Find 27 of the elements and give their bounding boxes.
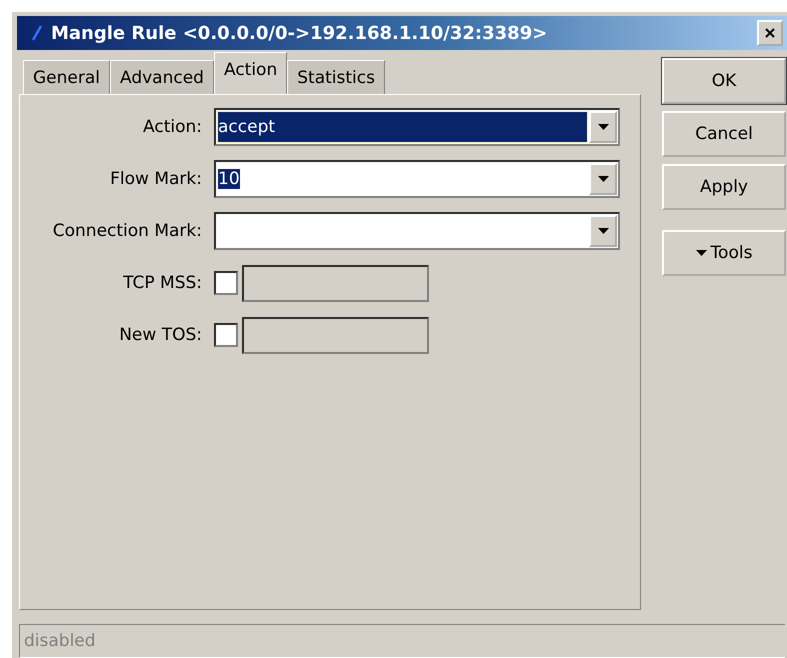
app-icon [31, 25, 43, 41]
checkbox[interactable] [214, 271, 238, 295]
close-button[interactable] [757, 20, 783, 46]
window-title: Mangle Rule <0.0.0.0/0->192.168.1.10/32:3389> [51, 22, 548, 44]
dialog-button[interactable]: Apply [662, 164, 786, 210]
field-label: Flow Mark: [109, 169, 203, 189]
status-bar: disabled [19, 624, 785, 658]
dropdown-field[interactable]: accept [214, 108, 620, 146]
dropdown-field[interactable]: 10 [214, 160, 620, 198]
field-label: Connection Mark: [52, 221, 203, 241]
field-label: Action: [142, 117, 203, 137]
tab[interactable]: Statistics [287, 60, 385, 94]
dropdown-arrow-icon [598, 124, 608, 130]
tools-button[interactable]: Tools [662, 230, 786, 276]
dropdown-arrow-icon [598, 228, 608, 234]
dialog-button[interactable]: Cancel [662, 111, 786, 157]
dropdown-field[interactable] [214, 212, 620, 250]
tab[interactable]: Advanced [110, 60, 214, 94]
field-label: TCP MSS: [122, 273, 203, 293]
caret-icon [696, 250, 707, 256]
checkbox[interactable] [214, 323, 238, 347]
field-label: New TOS: [118, 325, 203, 345]
tab[interactable]: General [23, 60, 110, 94]
close-icon [765, 28, 775, 38]
dropdown-arrow-icon [598, 176, 608, 182]
dialog-button[interactable]: OK [662, 58, 786, 104]
tab[interactable]: Action [214, 52, 288, 94]
